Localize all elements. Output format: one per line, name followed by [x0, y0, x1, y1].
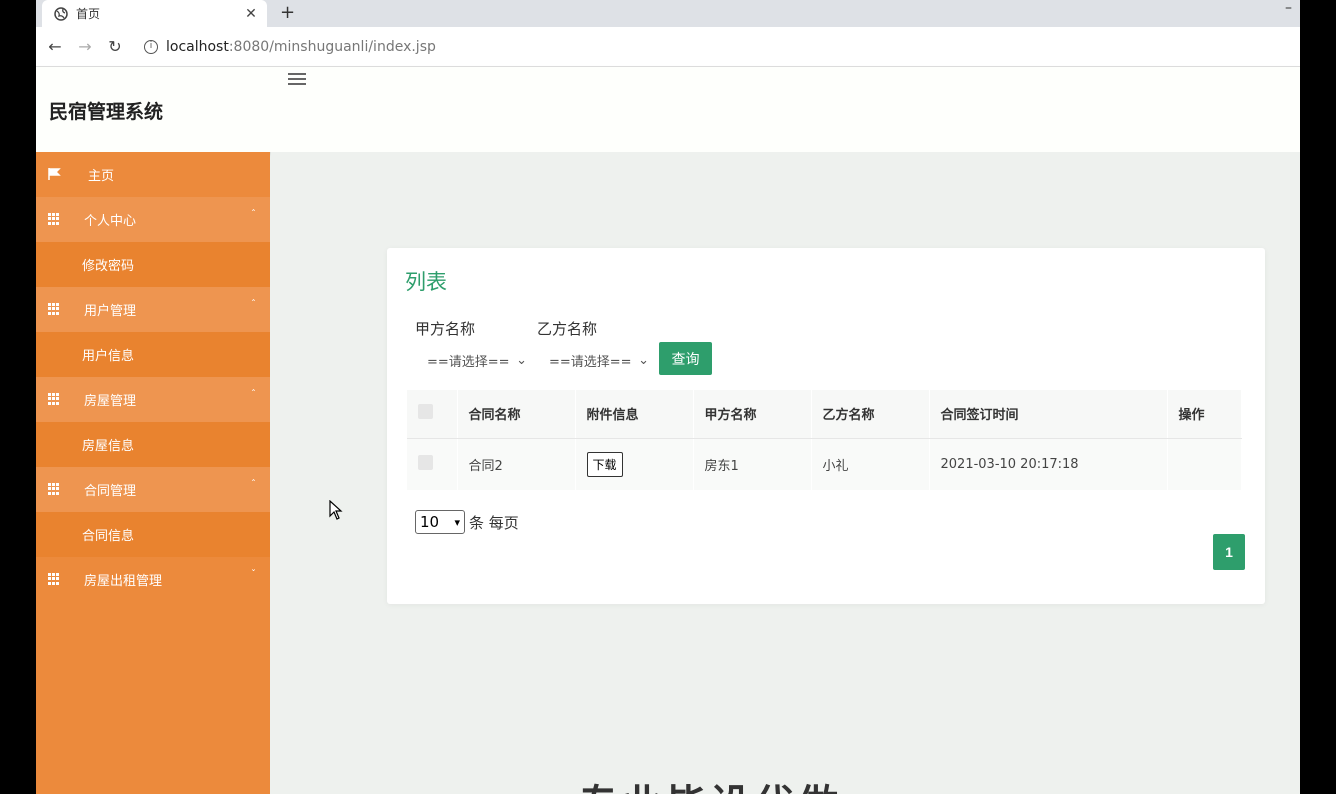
party-a-select-value: ==请选择== [427, 354, 510, 370]
page-size-value: 10 [420, 513, 440, 531]
party-b-select[interactable]: ==请选择== ⌄ [539, 346, 655, 374]
back-icon[interactable]: ← [40, 37, 70, 56]
forward-icon[interactable]: → [70, 37, 100, 56]
table-row: 合同2 下载 房东1 小礼 2021-03-10 20:17:18 [407, 438, 1242, 490]
sidebar-item-personal-center[interactable]: 个人中心 ˆ [36, 197, 270, 242]
url-host: localhost [166, 38, 229, 55]
column-header: 操作 [1167, 390, 1242, 439]
page-button-1[interactable]: 1 [1213, 534, 1245, 570]
cell-party-b: 小礼 [811, 438, 930, 490]
main-content: 列表 甲方名称 ==请选择== ⌄ 乙方名称 ==请选择== ⌄ 查询 合同名称… [271, 152, 1300, 794]
cell-signed-time: 2021-03-10 20:17:18 [929, 438, 1168, 490]
sidebar-item-label: 个人中心 [84, 214, 137, 229]
sidebar-item-label: 房屋出租管理 [84, 574, 163, 589]
cell-operations [1167, 438, 1242, 490]
chevron-down-icon: ˇ [251, 569, 256, 580]
tab-bar: 首页 ✕ + – [36, 0, 1300, 27]
url-field[interactable]: i localhost:8080/minshuguanli/index.jsp [144, 39, 436, 55]
filter-party-b-label: 乙方名称 [537, 320, 598, 338]
new-tab-button[interactable]: + [280, 2, 295, 23]
page-size-control: 10 ▾ 条 每页 [415, 510, 519, 534]
chevron-down-icon: ⌄ [638, 352, 649, 368]
query-button[interactable]: 查询 [659, 342, 712, 375]
sidebar-item-label: 合同管理 [84, 484, 137, 499]
sidebar-item-contract-info[interactable]: 合同信息 [36, 512, 270, 557]
list-card: 列表 甲方名称 ==请选择== ⌄ 乙方名称 ==请选择== ⌄ 查询 合同名称… [387, 248, 1265, 604]
sidebar-item-label: 合同信息 [82, 529, 135, 544]
sidebar-item-label: 修改密码 [82, 259, 135, 274]
close-icon[interactable]: ✕ [241, 6, 261, 22]
grid-icon [48, 213, 61, 225]
chevron-down-icon: ▾ [454, 515, 460, 529]
cell-party-a: 房东1 [693, 438, 812, 490]
row-select[interactable] [407, 438, 458, 490]
sidebar-item-house-info[interactable]: 房屋信息 [36, 422, 270, 467]
party-b-select-value: ==请选择== [549, 354, 632, 370]
sidebar-item-label: 用户管理 [84, 304, 137, 319]
sidebar-item-rental-management[interactable]: 房屋出租管理 ˇ [36, 557, 270, 602]
page-size-select[interactable]: 10 ▾ [415, 510, 465, 534]
app-header: 民宿管理系统 [36, 67, 1300, 152]
info-icon[interactable]: i [144, 39, 158, 54]
column-header: 甲方名称 [693, 390, 812, 439]
chevron-down-icon: ⌄ [516, 352, 527, 368]
column-header: 合同名称 [457, 390, 576, 439]
sidebar-item-label: 用户信息 [82, 349, 135, 364]
sidebar-item-home[interactable]: 主页 [36, 152, 270, 197]
sidebar-item-house-management[interactable]: 房屋管理 ˆ [36, 377, 270, 422]
address-bar: ← → ↻ i localhost:8080/minshuguanli/inde… [36, 27, 1300, 67]
chevron-up-icon: ˆ [251, 209, 256, 220]
party-a-select[interactable]: ==请选择== ⌄ [417, 346, 533, 374]
sidebar-item-label: 房屋信息 [82, 439, 135, 454]
column-header: 乙方名称 [811, 390, 930, 439]
url-path: :8080/minshuguanli/index.jsp [228, 38, 436, 55]
column-header: 附件信息 [575, 390, 694, 439]
menu-icon[interactable] [288, 70, 306, 88]
mouse-cursor-icon [329, 500, 343, 520]
checkbox[interactable] [418, 454, 433, 470]
flag-icon [48, 168, 61, 180]
chevron-up-icon: ˆ [251, 479, 256, 490]
footer-banner: 专业毕设代做 [578, 772, 842, 794]
chevron-up-icon: ˆ [251, 299, 256, 310]
grid-icon [48, 573, 61, 585]
table-header-row: 合同名称 附件信息 甲方名称 乙方名称 合同签订时间 操作 [407, 390, 1242, 439]
browser-window: 首页 ✕ + – ← → ↻ i localhost:8080/minshugu… [36, 0, 1300, 794]
filter-party-a-label: 甲方名称 [415, 320, 476, 338]
download-button[interactable]: 下载 [586, 451, 623, 477]
grid-icon [48, 393, 61, 405]
checkbox[interactable] [418, 404, 433, 420]
tab-title: 首页 [76, 7, 101, 21]
page-size-suffix: 条 每页 [469, 513, 519, 532]
sidebar-item-label: 房屋管理 [84, 394, 137, 409]
minimize-icon[interactable]: – [1285, 0, 1292, 16]
cell-contract-name: 合同2 [457, 438, 576, 490]
sidebar: 主页 个人中心 ˆ 修改密码 用户管理 ˆ 用户信息 房屋管理 ˆ 房屋信息 合… [36, 152, 270, 794]
grid-icon [48, 483, 61, 495]
contract-table: 合同名称 附件信息 甲方名称 乙方名称 合同签订时间 操作 合同2 下载 房东1 [407, 390, 1242, 490]
sidebar-item-label: 主页 [88, 169, 115, 184]
header-select-all[interactable] [407, 390, 458, 439]
sidebar-item-user-info[interactable]: 用户信息 [36, 332, 270, 377]
globe-icon [54, 6, 68, 21]
sidebar-item-user-management[interactable]: 用户管理 ˆ [36, 287, 270, 332]
cell-attachment: 下载 [575, 438, 694, 490]
grid-icon [48, 303, 61, 315]
sidebar-item-change-password[interactable]: 修改密码 [36, 242, 270, 287]
column-header: 合同签订时间 [929, 390, 1168, 439]
app-title: 民宿管理系统 [49, 101, 164, 123]
sidebar-item-contract-management[interactable]: 合同管理 ˆ [36, 467, 270, 512]
card-title: 列表 [405, 270, 447, 294]
chevron-up-icon: ˆ [251, 389, 256, 400]
reload-icon[interactable]: ↻ [100, 37, 130, 56]
browser-tab[interactable]: 首页 ✕ [42, 0, 267, 27]
